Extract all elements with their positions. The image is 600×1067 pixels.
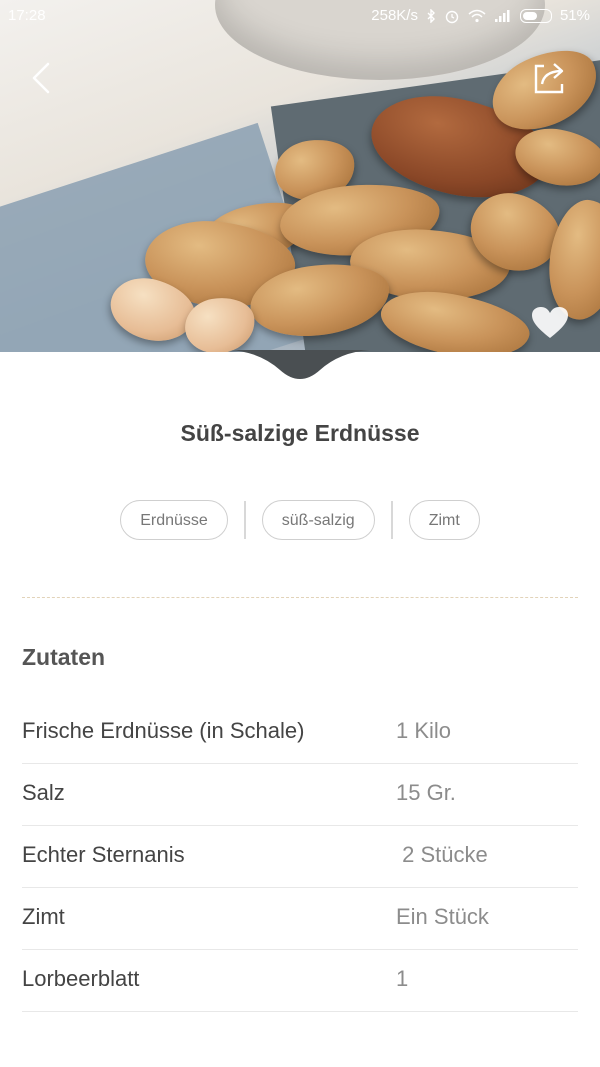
ingredient-row: Salz 15 Gr. — [22, 764, 578, 826]
ingredient-name: Frische Erdnüsse (in Schale) — [22, 718, 305, 743]
ingredient-name: Salz — [22, 780, 65, 805]
ingredient-amount: 1 — [396, 966, 409, 991]
ingredient-amount: 15 Gr. — [396, 780, 456, 805]
bluetooth-icon — [427, 8, 435, 23]
tag-item[interactable]: Erdnüsse — [120, 500, 228, 540]
tag-item[interactable]: süß-salzig — [261, 500, 375, 540]
ingredient-row: Echter Sternanis 2 Stücke — [22, 826, 578, 888]
image-notch — [230, 350, 370, 379]
ingredient-amount: Ein Stück — [396, 904, 489, 929]
ingredients-heading: Zutaten — [22, 644, 106, 670]
tag-divider — [390, 501, 393, 539]
tag-list: Erdnüsse süß-salzig Zimt — [0, 500, 600, 540]
share-icon[interactable] — [530, 58, 570, 98]
signal-icon — [494, 9, 510, 22]
back-icon[interactable] — [24, 58, 64, 98]
ingredient-row: Zimt Ein Stück — [22, 888, 578, 950]
recipe-title: Süß-salzige Erdnüsse — [180, 420, 420, 446]
status-bar: 17:28 258K/s 51% — [0, 0, 600, 32]
heart-icon[interactable] — [530, 305, 570, 341]
hero-image: 17:28 258K/s 51% — [0, 0, 600, 352]
status-time: 17:28 — [8, 7, 46, 24]
ingredient-name: Echter Sternanis — [22, 842, 185, 867]
battery-icon — [519, 8, 552, 23]
net-speed: 258K/s — [371, 7, 418, 24]
wifi-icon — [468, 9, 486, 22]
ingredient-list: Frische Erdnüsse (in Schale) 1 Kilo Salz… — [22, 702, 578, 1012]
ingredient-amount: 2 Stücke — [396, 842, 488, 867]
battery-percent: 51% — [559, 7, 590, 24]
ingredient-row: Lorbeerblatt 1 — [22, 950, 578, 1012]
ingredient-row: Frische Erdnüsse (in Schale) 1 Kilo — [22, 702, 578, 764]
ingredient-amount: 1 Kilo — [396, 718, 452, 743]
ingredient-name: Lorbeerblatt — [22, 966, 140, 991]
section-divider — [22, 597, 578, 598]
ingredient-name: Zimt — [22, 904, 65, 929]
alarm-icon — [445, 10, 459, 23]
status-indicators: 258K/s 51% — [371, 7, 590, 24]
tag-divider — [243, 501, 246, 539]
tag-item[interactable]: Zimt — [408, 500, 480, 540]
